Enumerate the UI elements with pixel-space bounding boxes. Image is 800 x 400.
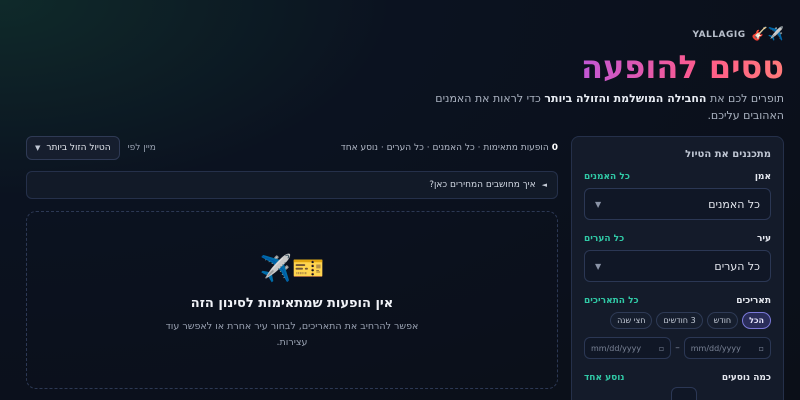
artist-field-header: אמן כל האמנים bbox=[584, 172, 771, 182]
artist-select-value: כל האמנים bbox=[708, 197, 760, 211]
date-to-placeholder: mm/dd/yyyy bbox=[591, 343, 642, 353]
sort-control: מיין לפי הטיול הזול ביותר ▼ bbox=[26, 136, 156, 160]
travelers-stepper[interactable] bbox=[671, 387, 697, 400]
disclosure-triangle-icon: ◄ bbox=[541, 181, 547, 189]
brand[interactable]: ✈️🎸 YALLAGIG bbox=[692, 28, 784, 41]
city-select-value: כל הערים bbox=[714, 259, 760, 273]
chip-3-months[interactable]: 3 חודשים bbox=[656, 312, 703, 329]
date-to-input[interactable]: mm/dd/yyyy ▫ bbox=[584, 337, 672, 359]
sort-label: מיין לפי bbox=[127, 143, 156, 153]
city-field-header: עיר כל הערים bbox=[584, 234, 771, 244]
chip-all[interactable]: הכל bbox=[742, 312, 771, 329]
date-range-chips: הכל חודש 3 חודשים חצי שנה bbox=[584, 312, 771, 329]
results-summary: 0 הופעות מתאימות · כל האמנים · כל הערים … bbox=[341, 143, 558, 153]
date-from-placeholder: mm/dd/yyyy bbox=[690, 343, 741, 353]
sort-value: הטיול הזול ביותר bbox=[46, 143, 111, 153]
plane-ticket-icon: ✈️🎫 bbox=[259, 254, 325, 284]
pricing-faq-text: איך מחושבים המחירים כאן? bbox=[429, 180, 536, 190]
chevron-down-icon: ▼ bbox=[595, 261, 602, 271]
results-toolbar: 0 הופעות מתאימות · כל האמנים · כל הערים … bbox=[26, 136, 558, 160]
page-subtitle: תופרים לכם את החבילה המושלמת והזולה ביות… bbox=[435, 92, 784, 123]
date-inputs: mm/dd/yyyy ▫ – mm/dd/yyyy ▫ bbox=[584, 337, 771, 359]
chip-month[interactable]: חודש bbox=[706, 312, 739, 329]
date-separator: – bbox=[675, 343, 680, 353]
city-select[interactable]: כל הערים ▼ bbox=[584, 250, 771, 282]
dates-field-header: תאריכים כל התאריכים bbox=[584, 296, 771, 306]
calendar-icon: ▫ bbox=[658, 343, 665, 353]
filters-title: מתכננים את הטיול bbox=[685, 149, 771, 160]
filters-panel: מתכננים את הטיול אמן כל האמנים כל האמנים… bbox=[571, 136, 784, 400]
results-count: 0 bbox=[551, 143, 558, 153]
travelers-value-hint: נוסע אחד bbox=[584, 373, 625, 383]
plane-guitar-icon: ✈️🎸 bbox=[751, 27, 784, 42]
dates-label: תאריכים bbox=[736, 296, 771, 306]
city-label: עיר bbox=[756, 234, 771, 244]
pricing-faq-toggle[interactable]: ◄ איך מחושבים המחירים כאן? bbox=[26, 171, 558, 199]
sort-dropdown[interactable]: הטיול הזול ביותר ▼ bbox=[26, 136, 120, 160]
page-title: טסים להופעה bbox=[581, 48, 784, 86]
date-from-input[interactable]: mm/dd/yyyy ▫ bbox=[683, 337, 771, 359]
results-summary-text: הופעות מתאימות · כל האמנים · כל הערים · … bbox=[340, 143, 549, 153]
city-value-hint: כל הערים bbox=[584, 234, 625, 244]
brand-name: YALLAGIG bbox=[692, 29, 746, 40]
empty-state-title: אין הופעות שמתאימות לסינון הזה bbox=[190, 296, 394, 311]
travelers-field-header: כמה נוסעים נוסע אחד bbox=[584, 373, 771, 383]
empty-state: ✈️🎫 אין הופעות שמתאימות לסינון הזה אפשר … bbox=[26, 211, 558, 389]
artist-value-hint: כל האמנים bbox=[584, 172, 630, 182]
calendar-icon: ▫ bbox=[758, 343, 764, 353]
artist-label: אמן bbox=[754, 172, 771, 182]
chevron-down-icon: ▼ bbox=[595, 199, 602, 209]
artist-select[interactable]: כל האמנים ▼ bbox=[584, 188, 771, 220]
dates-value-hint: כל התאריכים bbox=[584, 296, 639, 306]
travelers-label: כמה נוסעים bbox=[721, 373, 771, 383]
chevron-down-icon: ▼ bbox=[35, 144, 41, 152]
chip-half-year[interactable]: חצי שנה bbox=[610, 312, 653, 329]
empty-state-description: אפשר להרחיב את התאריכים, לבחור עיר אחרת … bbox=[165, 321, 419, 349]
